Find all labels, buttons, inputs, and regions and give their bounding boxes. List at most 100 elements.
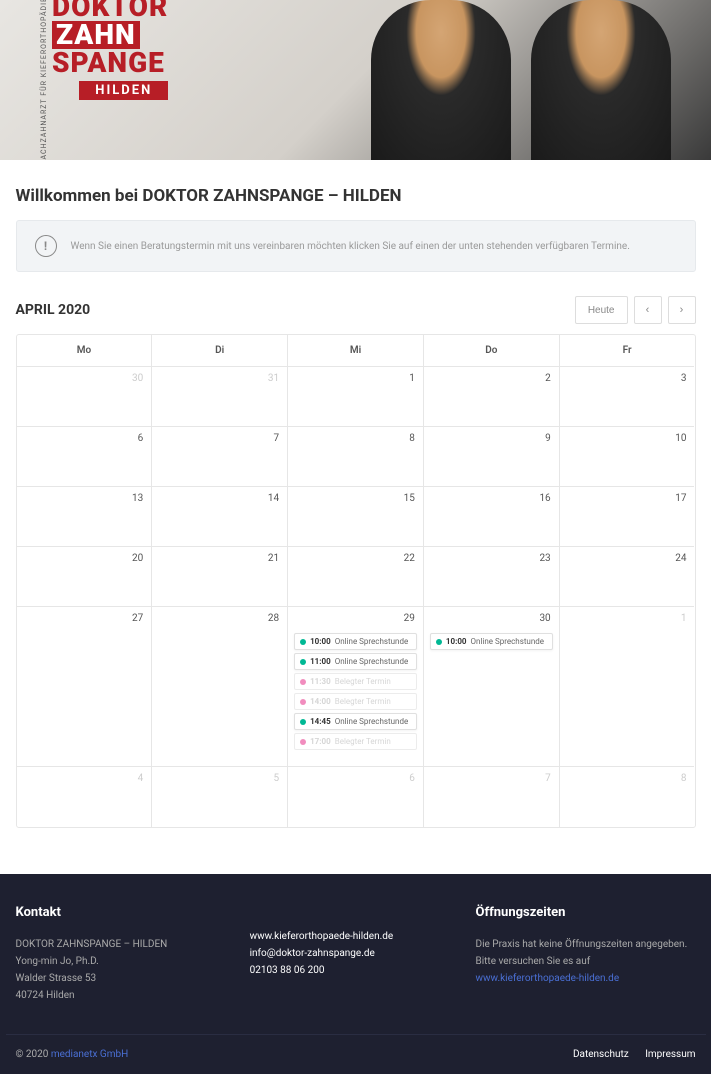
hours-text: Die Praxis hat keine Öffnungszeiten ange… [476, 939, 688, 967]
practice-name: DOKTOR ZAHNSPANGE – HILDEN [16, 936, 168, 953]
contact-heading: Kontakt [16, 902, 168, 924]
status-dot-open-icon [300, 719, 306, 725]
weekday-header: Di [152, 335, 288, 367]
calendar-day-cell[interactable]: 28 [152, 607, 288, 767]
calendar-day-cell[interactable]: 1 [560, 607, 695, 767]
slot-label: Belegter Termin [335, 737, 391, 746]
prev-month-button[interactable]: ‹ [634, 296, 662, 324]
day-number: 15 [404, 493, 415, 504]
slot-label: Online Sprechstunde [335, 657, 409, 666]
email-link[interactable]: info@doktor-zahnspange.de [250, 948, 375, 959]
day-number: 22 [404, 553, 415, 564]
slot-time: 10:00 [446, 637, 467, 646]
calendar-day-cell[interactable]: 30 [17, 367, 153, 427]
status-dot-booked-icon [300, 699, 306, 705]
status-dot-open-icon [300, 659, 306, 665]
day-number: 2 [545, 373, 551, 384]
today-button[interactable]: Heute [575, 296, 628, 324]
status-dot-open-icon [300, 639, 306, 645]
doctor-name: Yong-min Jo, Ph.D. [16, 953, 168, 970]
calendar-day-cell[interactable]: 17 [560, 487, 695, 547]
hours-link[interactable]: www.kieferorthopaede-hilden.de [476, 973, 620, 984]
calendar-day-cell[interactable]: 23 [424, 547, 560, 607]
calendar-day-cell[interactable]: 31 [152, 367, 288, 427]
next-month-button[interactable]: › [668, 296, 696, 324]
footer-links: www.kieferorthopaede-hilden.de info@dokt… [250, 902, 394, 1004]
chevron-right-icon: › [680, 304, 684, 316]
calendar-day-cell[interactable]: 14 [152, 487, 288, 547]
status-dot-open-icon [436, 639, 442, 645]
weekday-header: Mo [17, 335, 153, 367]
page-title: Willkommen bei DOKTOR ZAHNSPANGE – HILDE… [16, 186, 696, 206]
day-number: 30 [539, 613, 550, 624]
day-number: 24 [675, 553, 686, 564]
day-number: 20 [132, 553, 143, 564]
day-number: 7 [545, 773, 551, 784]
appointment-slot-open[interactable]: 10:00Online Sprechstunde [430, 633, 553, 650]
logo: FACHZAHNARZT FÜR KIEFERORTHOPÄDIE DOKTOR… [40, 0, 184, 160]
calendar-day-cell[interactable]: 27 [17, 607, 153, 767]
hero-photo [371, 0, 671, 160]
appointment-slot-open[interactable]: 14:45 Online Sprechstunde [294, 713, 417, 730]
calendar-day-cell[interactable]: 1 [288, 367, 424, 427]
appointment-slot-open[interactable]: 11:00 Online Sprechstunde [294, 653, 417, 670]
calendar-day-cell[interactable]: 4 [17, 767, 153, 827]
privacy-link[interactable]: Datenschutz [573, 1049, 629, 1060]
slot-label: Online Sprechstunde [335, 717, 409, 726]
appointment-slot-booked: 14:00Belegter Termin [294, 693, 417, 710]
city: 40724 Hilden [16, 987, 168, 1004]
info-text: Wenn Sie einen Beratungstermin mit uns v… [71, 241, 630, 252]
appointment-slot-booked: 11:30 Belegter Termin [294, 673, 417, 690]
calendar-month-title: APRIL 2020 [16, 302, 91, 318]
calendar-day-cell[interactable]: 9 [424, 427, 560, 487]
day-number: 9 [545, 433, 551, 444]
calendar-day-cell[interactable]: 24 [560, 547, 695, 607]
calendar-day-cell[interactable]: 7 [424, 767, 560, 827]
appointment-slot-booked: 17:00 Belegter Termin [294, 733, 417, 750]
day-number: 16 [539, 493, 550, 504]
calendar-day-cell[interactable]: 3 [560, 367, 695, 427]
slot-time: 17:00 [310, 737, 331, 746]
calendar-day-cell[interactable]: 8 [288, 427, 424, 487]
weekday-header: Do [424, 335, 560, 367]
day-number: 6 [409, 773, 415, 784]
calendar-day-cell[interactable]: 21 [152, 547, 288, 607]
header-banner: FACHZAHNARZT FÜR KIEFERORTHOPÄDIE DOKTOR… [0, 0, 711, 160]
calendar-day-cell[interactable]: 13 [17, 487, 153, 547]
calendar-day-cell[interactable]: 20 [17, 547, 153, 607]
hours-heading: Öffnungszeiten [476, 902, 696, 924]
calendar-day-cell[interactable]: 8 [560, 767, 695, 827]
slot-time: 14:45 [310, 717, 331, 726]
calendar-day-cell[interactable]: 30 10:00Online Sprechstunde [424, 607, 560, 767]
calendar-day-cell[interactable]: 7 [152, 427, 288, 487]
slot-label: Belegter Termin [335, 677, 391, 686]
phone: 02103 88 06 200 [250, 962, 394, 979]
company-link[interactable]: medianetx GmbH [51, 1049, 128, 1060]
weekday-header: Fr [560, 335, 695, 367]
footer: Kontakt DOKTOR ZAHNSPANGE – HILDEN Yong-… [0, 874, 711, 1074]
appointment-slot-open[interactable]: 10:00Online Sprechstunde [294, 633, 417, 650]
calendar-day-cell[interactable]: 2 [424, 367, 560, 427]
calendar-day-cell[interactable]: 10 [560, 427, 695, 487]
day-number: 23 [539, 553, 550, 564]
day-number: 6 [138, 433, 144, 444]
calendar-day-cell[interactable]: 5 [152, 767, 288, 827]
calendar-day-cell[interactable]: 16 [424, 487, 560, 547]
info-icon: ! [35, 235, 57, 257]
day-number: 3 [681, 373, 687, 384]
calendar-day-cell[interactable]: 6 [288, 767, 424, 827]
logo-line-3: SPANGE [52, 49, 168, 77]
website-link[interactable]: www.kieferorthopaede-hilden.de [250, 931, 394, 942]
day-number: 8 [681, 773, 687, 784]
slot-time: 11:00 [310, 657, 331, 666]
slot-label: Online Sprechstunde [335, 637, 409, 646]
day-number: 1 [681, 613, 687, 624]
day-number: 29 [404, 613, 415, 624]
imprint-link[interactable]: Impressum [645, 1049, 695, 1060]
calendar-day-cell[interactable]: 15 [288, 487, 424, 547]
calendar-day-cell[interactable]: 22 [288, 547, 424, 607]
copyright: © 2020 medianetx GmbH [16, 1049, 129, 1060]
calendar-day-cell[interactable]: 29 10:00Online Sprechstunde 11:00 Online Sp… [288, 607, 424, 767]
slot-time: 11:30 [310, 677, 331, 686]
calendar-day-cell[interactable]: 6 [17, 427, 153, 487]
